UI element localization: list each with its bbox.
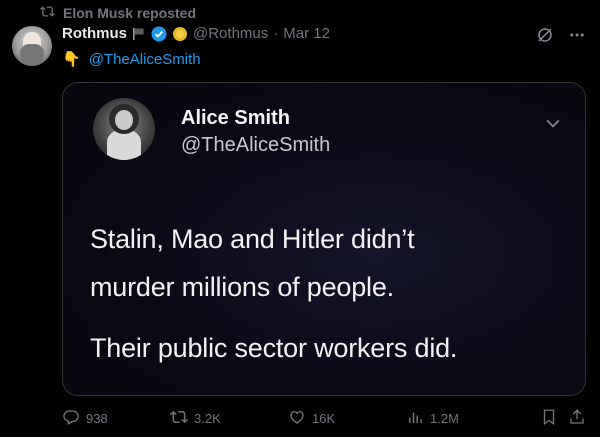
like-button[interactable]: 16K [288, 408, 335, 429]
repost-button[interactable]: 3.2K [170, 408, 221, 429]
views-icon [406, 408, 424, 429]
grok-icon[interactable] [536, 26, 554, 49]
repost-label: Elon Musk reposted [63, 5, 197, 21]
mention-link[interactable]: @TheAliceSmith [89, 51, 201, 68]
share-icon [568, 408, 586, 429]
like-count: 16K [312, 411, 336, 426]
quote-line-2: murder millions of people. [90, 272, 394, 302]
verified-icon[interactable] [151, 26, 167, 42]
quoted-author-avatar [93, 98, 155, 160]
chevron-down-icon [543, 113, 563, 138]
quote-line-3: Their public sector workers did. [90, 333, 458, 363]
author-name[interactable]: Rothmus [62, 25, 127, 42]
gold-badge-icon [172, 26, 188, 42]
views-button[interactable]: 1.2M [406, 408, 459, 429]
repost-count: 3.2K [194, 411, 221, 426]
separator-dot: · [273, 25, 279, 42]
pointing-down-emoji: 👇 [62, 51, 81, 68]
flag-icon [132, 27, 146, 41]
reply-button[interactable]: 938 [62, 408, 108, 429]
repost-header[interactable]: Elon Musk reposted [40, 4, 196, 22]
more-options-icon[interactable] [568, 26, 586, 49]
bookmark-button[interactable] [540, 408, 558, 429]
action-bar: 938 3.2K 16K 1.2M [62, 408, 590, 432]
quoted-author-handle: @TheAliceSmith [181, 134, 331, 156]
quoted-post-image[interactable]: Alice Smith @TheAliceSmith Stalin, Mao a… [62, 82, 586, 396]
share-button[interactable] [568, 408, 586, 429]
views-count: 1.2M [430, 411, 459, 426]
post-date[interactable]: Mar 12 [283, 25, 330, 42]
post-header: Rothmus @Rothmus · Mar 12 [62, 25, 330, 42]
repost-action-icon [170, 408, 188, 429]
author-avatar[interactable] [12, 26, 52, 66]
author-handle[interactable]: @Rothmus [193, 25, 268, 42]
repost-icon [40, 4, 55, 22]
quoted-post-text: Stalin, Mao and Hitler didn’t murder mil… [90, 215, 457, 372]
heart-icon [288, 408, 306, 429]
bookmark-icon [540, 408, 558, 429]
quoted-author-name: Alice Smith [181, 107, 290, 129]
post-top-actions [536, 26, 586, 49]
quote-line-1: Stalin, Mao and Hitler didn’t [90, 224, 415, 254]
post-body: 👇 @TheAliceSmith [62, 50, 201, 69]
reply-count: 938 [86, 411, 108, 426]
reply-icon [62, 408, 80, 429]
